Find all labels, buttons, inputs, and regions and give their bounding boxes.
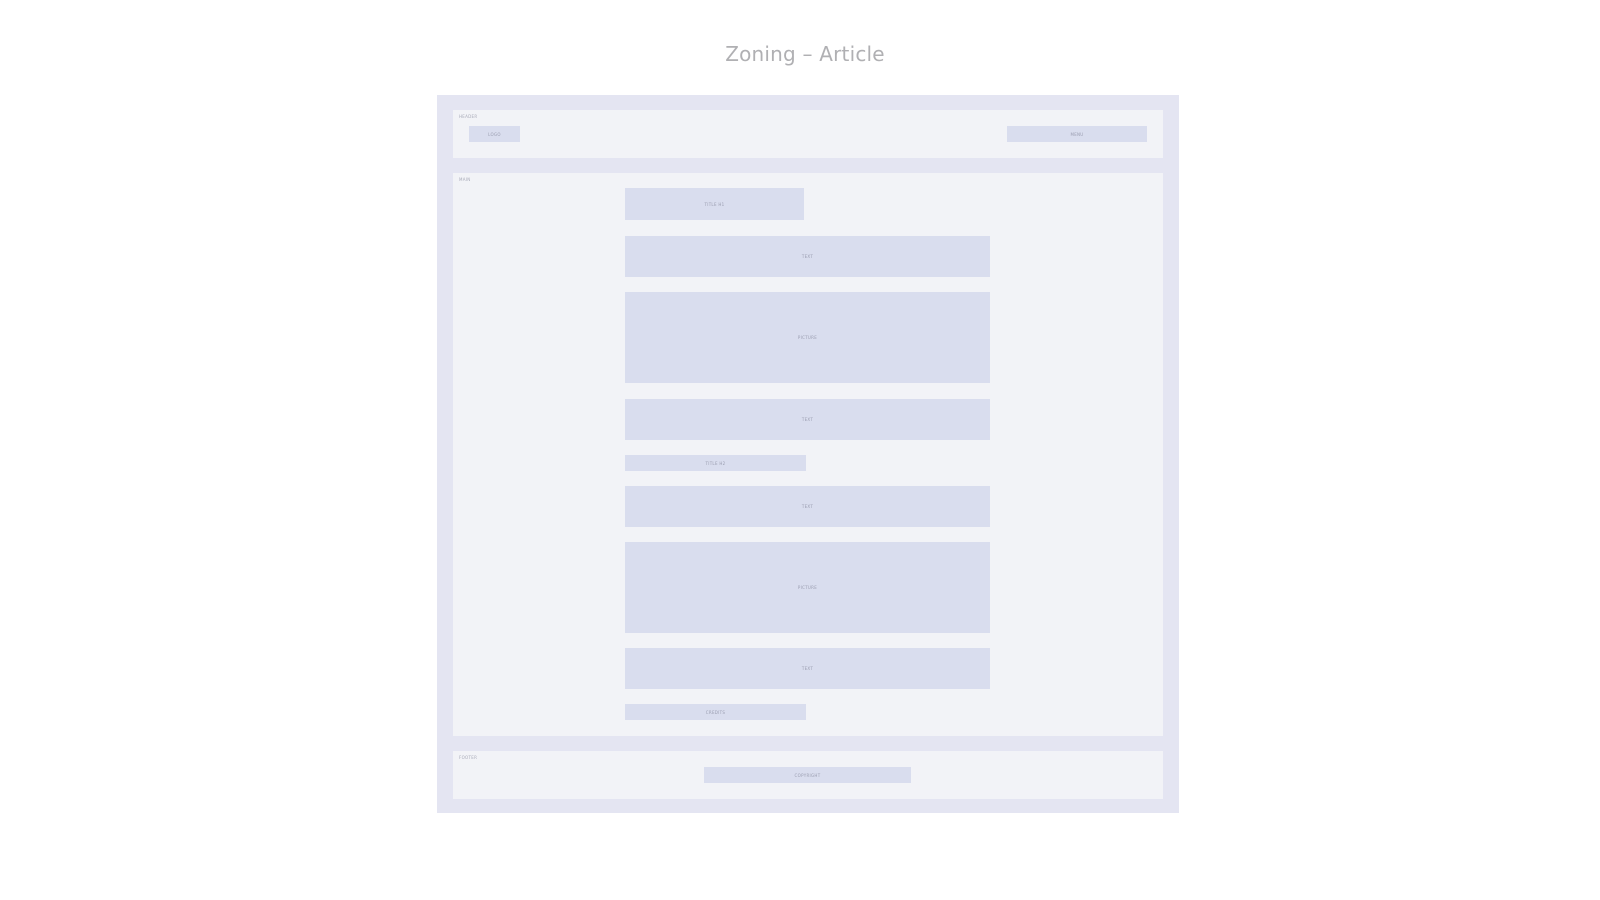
- zoning-page: Zoning – Article HEADER LOGO MENU MAIN T…: [0, 0, 1600, 900]
- picture-block-2: PICTURE: [625, 542, 990, 633]
- title-h2-block: TITLE H2: [625, 455, 806, 471]
- menu-block: MENU: [1007, 126, 1147, 142]
- copyright-block: COPYRIGHT: [704, 767, 911, 783]
- wireframe-frame: HEADER LOGO MENU MAIN TITLE H1 TEXT PICT…: [437, 95, 1179, 813]
- picture-block-1: PICTURE: [625, 292, 990, 383]
- header-zone: HEADER LOGO MENU: [453, 110, 1163, 158]
- page-title: Zoning – Article: [725, 42, 885, 66]
- footer-zone: FOOTER COPYRIGHT: [453, 751, 1163, 799]
- header-zone-label: HEADER: [459, 114, 478, 119]
- title-h1-block: TITLE H1: [625, 188, 804, 220]
- menu-block-label: MENU: [1070, 131, 1084, 137]
- main-zone-label: MAIN: [459, 177, 471, 182]
- text-block-3: TEXT: [625, 486, 990, 527]
- text-block-2: TEXT: [625, 399, 990, 440]
- title-h2-block-label: TITLE H2: [705, 460, 726, 466]
- credits-block-label: CREDITS: [705, 709, 726, 715]
- credits-block: CREDITS: [625, 704, 806, 720]
- text-block-1: TEXT: [625, 236, 990, 277]
- text-block-2-label: TEXT: [801, 417, 814, 422]
- text-block-3-label: TEXT: [801, 504, 814, 509]
- text-block-4-label: TEXT: [801, 666, 814, 671]
- picture-block-2-label: PICTURE: [797, 585, 818, 590]
- text-block-1-label: TEXT: [801, 254, 814, 259]
- title-h1-block-label: TITLE H1: [704, 201, 725, 207]
- text-block-4: TEXT: [625, 648, 990, 689]
- copyright-block-label: COPYRIGHT: [794, 772, 821, 778]
- picture-block-1-label: PICTURE: [797, 335, 818, 340]
- main-zone: MAIN TITLE H1 TEXT PICTURE TEXT TITLE H2…: [453, 173, 1163, 736]
- logo-block: LOGO: [469, 126, 520, 142]
- footer-zone-label: FOOTER: [459, 755, 478, 760]
- logo-block-label: LOGO: [488, 131, 501, 137]
